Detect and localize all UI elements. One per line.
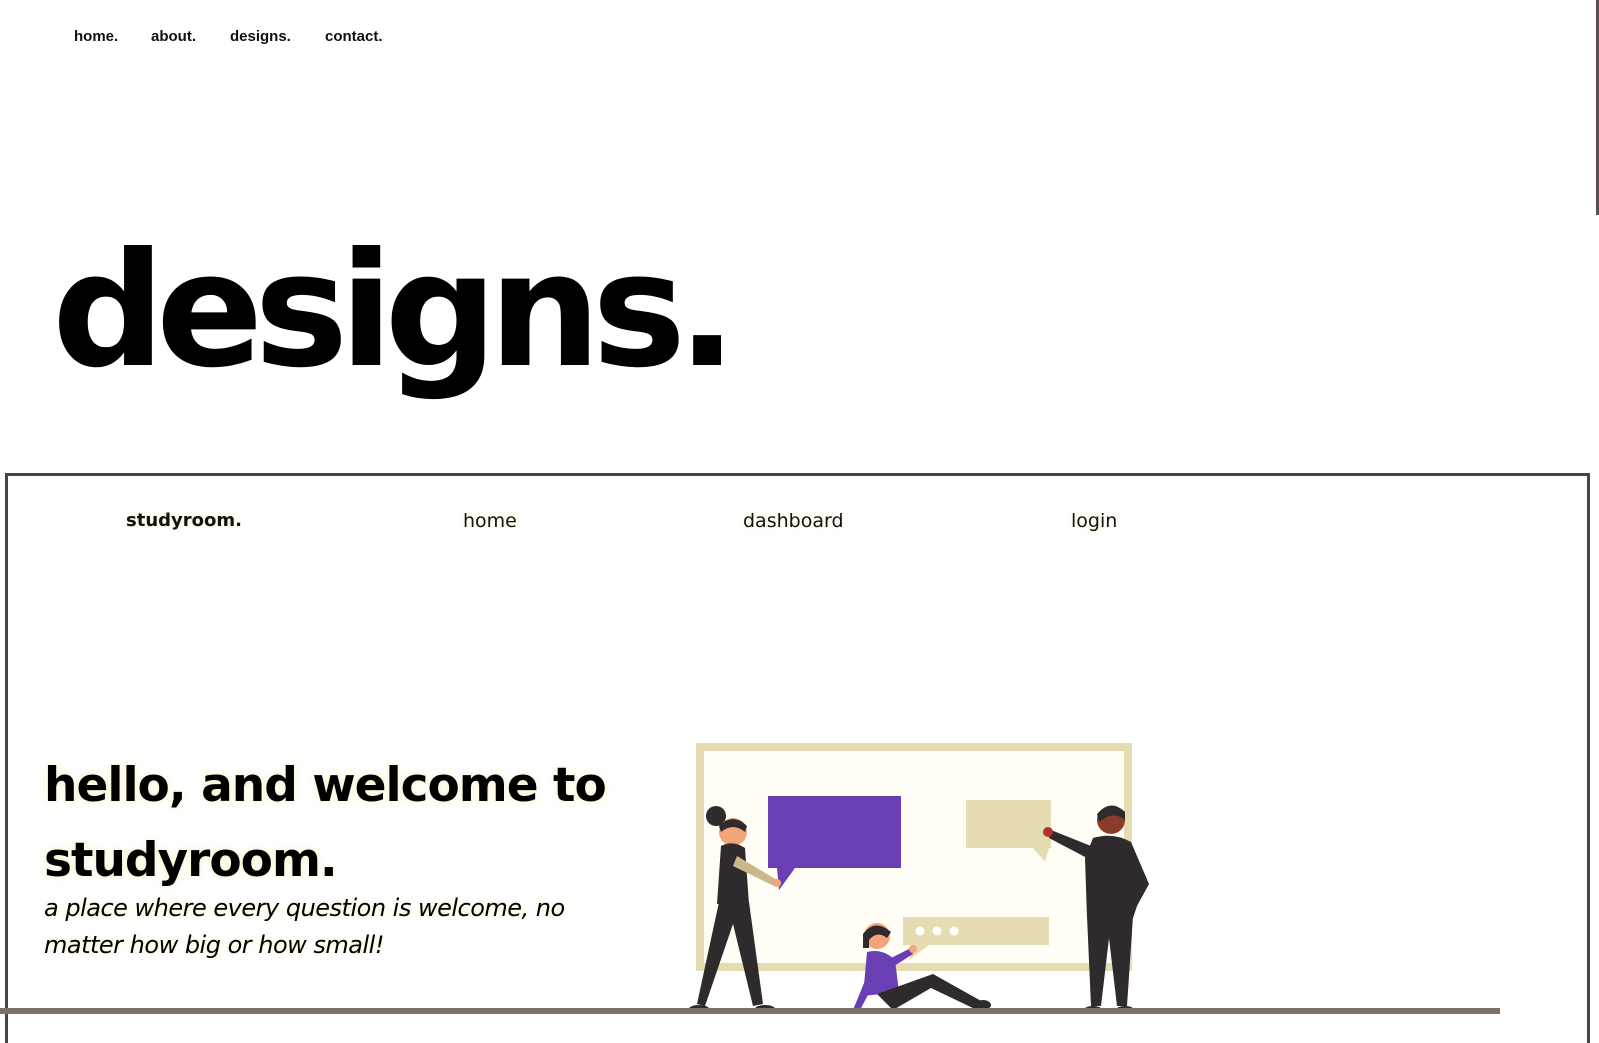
nav-about-link[interactable]: about. xyxy=(151,28,196,45)
design-preview-frame: studyroom. home dashboard login hello, a… xyxy=(5,473,1590,1043)
preview-nav-login[interactable]: login xyxy=(1071,510,1117,532)
nav-contact-link[interactable]: contact. xyxy=(325,28,383,45)
beige-speech-bubble xyxy=(966,800,1051,848)
horizontal-scrollbar[interactable] xyxy=(0,1008,1500,1014)
preview-nav-home[interactable]: home xyxy=(463,510,517,532)
page-title: designs. xyxy=(52,219,737,403)
people-at-board-illustration xyxy=(689,743,1149,1014)
purple-speech-bubble xyxy=(768,796,901,868)
hero-subtitle: a place where every question is welcome,… xyxy=(44,894,565,959)
nav-home-link[interactable]: home. xyxy=(74,28,118,45)
hero-title: hello, and welcome to studyroom. xyxy=(44,758,607,888)
typing-bubble xyxy=(903,917,1049,945)
nav-designs-link[interactable]: designs. xyxy=(230,28,291,45)
preview-brand-logo[interactable]: studyroom. xyxy=(126,510,242,531)
preview-nav-dashboard[interactable]: dashboard xyxy=(743,510,844,532)
